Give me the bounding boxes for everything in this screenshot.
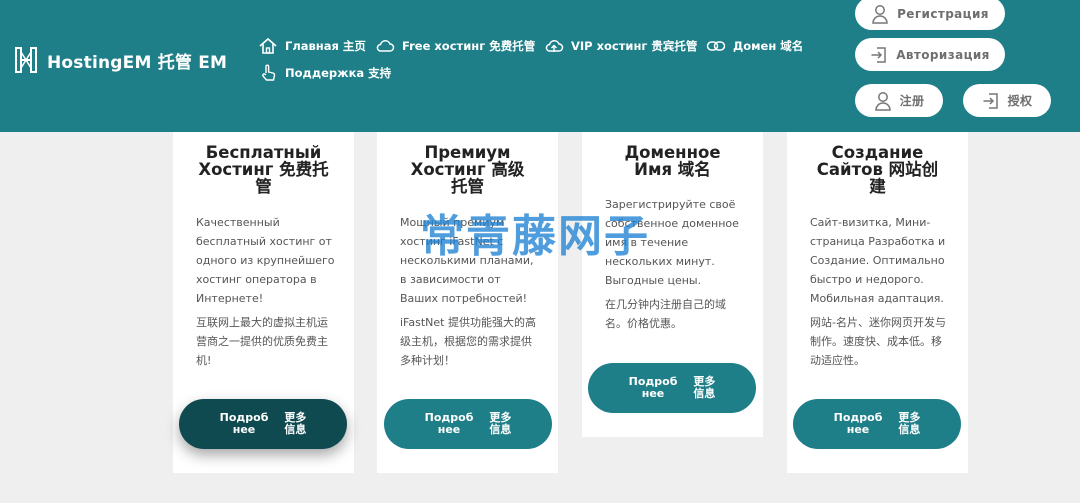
- button-label: 信息: [284, 423, 307, 436]
- user-icon: [874, 91, 891, 111]
- card-title: Доменное Имя 域名: [592, 144, 753, 178]
- sign-in-icon: [983, 92, 998, 109]
- card-description-ru: Качественный бесплатный хостинг от одног…: [196, 216, 335, 305]
- service-card-premium-hosting: Премиум Хостинг 高级 托管 Мощный премиум хос…: [377, 132, 558, 473]
- card-description-ru: Зарегистрируйте своё собственное доменно…: [605, 198, 739, 287]
- login-label: Авторизация: [896, 47, 990, 62]
- nav-label: Поддержка 支持: [285, 66, 392, 80]
- nav-item-domain[interactable]: Домен 域名: [706, 36, 803, 56]
- hosting-logo-icon: [15, 47, 37, 73]
- card-title: Создание Сайтов 网站创 建: [797, 144, 958, 195]
- register-button-zh[interactable]: 注册: [855, 84, 943, 117]
- link-icon: [706, 41, 726, 51]
- nav-item-home[interactable]: Главная 主页: [258, 36, 366, 56]
- more-info-button[interactable]: Подроб нее 更多 信息: [384, 399, 552, 449]
- brand-logo[interactable]: HostingEM 托管 EM: [14, 46, 227, 74]
- more-info-button[interactable]: Подроб нее 更多 信息: [793, 399, 961, 449]
- nav-label: VIP хостинг 贵宾托管: [571, 39, 698, 53]
- sign-in-icon: [871, 46, 886, 63]
- card-description-zh: 互联网上最大的虚拟主机运营商之一提供的优质免费主机!: [196, 316, 328, 367]
- brand-name: HostingEM 托管 EM: [47, 52, 228, 73]
- card-title-line: Хостинг 高级: [410, 160, 525, 179]
- more-info-button[interactable]: Подроб нее 更多 信息: [179, 399, 347, 449]
- nav-item-support[interactable]: Поддержка 支持: [258, 63, 391, 83]
- card-title-line: 管: [255, 177, 272, 196]
- nav-item-vip-hosting[interactable]: VIP хостинг 贵宾托管: [544, 36, 697, 56]
- card-title-line: Создание: [831, 143, 924, 162]
- card-description-ru: Мощный премиум хостинг iFastNet с нескол…: [400, 216, 534, 305]
- card-title-line: Премиум: [424, 143, 511, 162]
- button-label: нее: [437, 423, 461, 436]
- card-title-line: Сайтов 网站创: [816, 160, 939, 179]
- register-label: 注册: [899, 94, 925, 108]
- card-description-ru: Сайт-визитка, Мини-страница Разработка и…: [810, 216, 946, 305]
- service-card-domain: Доменное Имя 域名 Зарегистрируйте своё соб…: [582, 132, 763, 437]
- card-title: Премиум Хостинг 高级 托管: [387, 144, 548, 195]
- nav-label: Free хостинг 免费托管: [402, 39, 536, 53]
- login-label: 授权: [1007, 94, 1033, 108]
- card-title-line: Имя 域名: [634, 160, 711, 179]
- button-label: нее: [641, 387, 665, 400]
- card-title-line: Бесплатный: [205, 143, 322, 162]
- card-description-zh: iFastNet 提供功能强大的高级主机，根据您的需求提供多种计划！: [400, 316, 536, 367]
- card-title-line: Доменное: [624, 143, 721, 162]
- button-label: 信息: [898, 423, 921, 436]
- more-info-button[interactable]: Подроб нее 更多 信息: [588, 363, 756, 413]
- card-title: Бесплатный Хостинг 免费托 管: [183, 144, 344, 195]
- user-icon: [872, 4, 888, 24]
- button-label: нее: [846, 423, 870, 436]
- nav-label: Главная 主页: [285, 39, 366, 53]
- card-description-zh: 网站-名片、迷你网页开发与制作。速度快、成本低。移动适应性。: [810, 316, 946, 367]
- card-title-line: Хостинг 免费托: [198, 160, 329, 179]
- top-header: HostingEM 托管 EM Главная 主页 Free хостинг …: [0, 0, 1080, 132]
- button-label: 信息: [489, 423, 512, 436]
- card-title-line: 托管: [451, 177, 484, 196]
- nav-label: Домен 域名: [733, 39, 804, 53]
- nav-item-free-hosting[interactable]: Free хостинг 免费托管: [375, 36, 535, 56]
- button-label: 信息: [693, 387, 716, 400]
- home-icon: [259, 37, 277, 54]
- login-button-zh[interactable]: 授权: [963, 84, 1051, 117]
- service-card-website-creation: Создание Сайтов 网站创 建 Сайт-визитка, Мини…: [787, 132, 968, 473]
- button-label: нее: [232, 423, 256, 436]
- card-title-line: 建: [869, 177, 886, 196]
- register-button-ru[interactable]: Регистрация: [855, 0, 1005, 30]
- hand-pointer-icon: [262, 64, 276, 81]
- card-description-zh: 在几分钟内注册自己的域名。价格优惠。: [605, 298, 726, 330]
- login-button-ru[interactable]: Авторизация: [855, 38, 1005, 71]
- cloud-upload-icon: [545, 40, 564, 52]
- cloud-icon: [376, 40, 395, 52]
- register-label: Регистрация: [897, 6, 989, 21]
- service-card-free-hosting: Бесплатный Хостинг 免费托 管 Качественный бе…: [173, 132, 354, 473]
